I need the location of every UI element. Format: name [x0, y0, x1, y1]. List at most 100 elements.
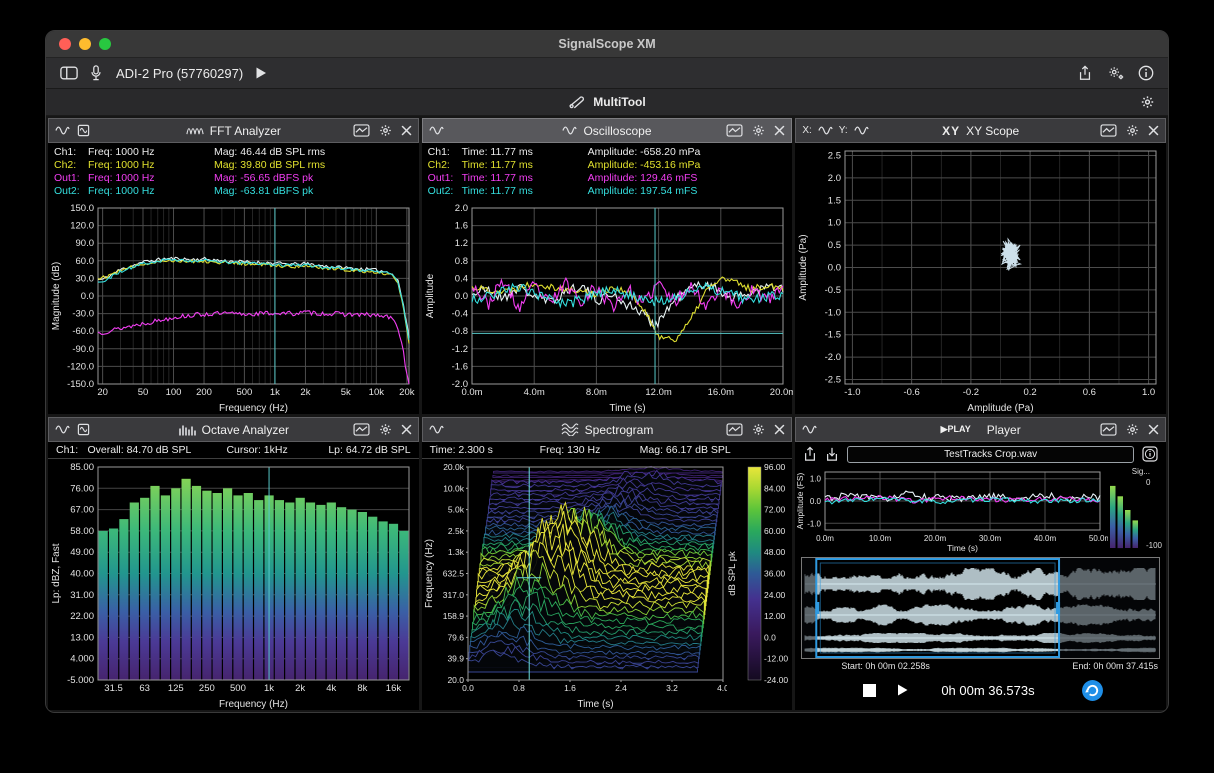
waveform-overview[interactable]	[801, 557, 1160, 659]
microphone-icon[interactable]	[90, 65, 102, 81]
svg-text:3.2: 3.2	[666, 683, 678, 693]
multitool-gear-icon[interactable]	[1140, 95, 1155, 109]
svg-text:1.0: 1.0	[1142, 387, 1155, 398]
gear-icon[interactable]	[1125, 423, 1140, 436]
oscilloscope-chart[interactable]: 0.0m4.0m8.0m12.0m16.0m20.0m2.01.61.20.80…	[422, 200, 793, 414]
close-icon[interactable]	[774, 124, 785, 137]
stop-button[interactable]	[863, 684, 876, 697]
svg-text:1.0: 1.0	[828, 218, 841, 229]
spectrogram-panel: Spectrogram Time: 2.300 s Freq: 130 Hz M…	[422, 417, 793, 710]
player-panel-header[interactable]: ▶PLAY Player	[795, 417, 1166, 442]
readout-row: Out1:Freq: 1000 HzMag: -56.65 dBFS pk	[54, 172, 413, 185]
panel-title: Spectrogram	[585, 423, 654, 437]
svg-text:20k: 20k	[399, 387, 415, 398]
close-icon[interactable]	[774, 423, 785, 436]
play-button[interactable]	[896, 683, 909, 697]
panel-title: Player	[987, 423, 1021, 437]
gear-icon[interactable]	[1125, 124, 1140, 137]
svg-text:50: 50	[138, 387, 149, 398]
loop-button[interactable]	[1081, 679, 1104, 702]
svg-text:120.0: 120.0	[70, 221, 94, 232]
gear-icon[interactable]	[378, 423, 393, 436]
svg-text:90.0: 90.0	[76, 238, 95, 249]
chart-options-icon[interactable]	[353, 124, 370, 137]
svg-text:20: 20	[97, 387, 108, 398]
gear-icon[interactable]	[751, 124, 766, 137]
run-button[interactable]	[255, 65, 267, 81]
selection-start: Start: 0h 00m 02.258s	[841, 661, 930, 674]
svg-text:8.0m: 8.0m	[585, 387, 606, 398]
sidebar-toggle-icon[interactable]	[60, 65, 78, 81]
waveform-icon[interactable]	[802, 423, 817, 436]
svg-text:-0.2: -0.2	[963, 387, 979, 398]
svg-text:76.00: 76.00	[70, 483, 94, 494]
play-status-badge: ▶PLAY	[941, 424, 971, 435]
svg-text:2.0: 2.0	[828, 173, 841, 184]
chart-options-icon[interactable]	[353, 423, 370, 436]
spectrogram-chart[interactable]: 20.0k10.0k5.0k2.5k1.3k632.5317.0158.979.…	[422, 459, 727, 710]
octave-panel-header[interactable]: Octave Analyzer	[48, 417, 419, 442]
close-icon[interactable]	[401, 423, 412, 436]
gear-icon[interactable]	[378, 124, 393, 137]
waveform-icon[interactable]	[429, 124, 444, 137]
oscilloscope-panel-header[interactable]: Oscilloscope	[422, 118, 793, 143]
gear-icon[interactable]	[751, 423, 766, 436]
settings-gears-icon[interactable]	[1106, 65, 1126, 81]
transport-bar: 0h 00m 36.573s	[795, 674, 1166, 710]
svg-text:-1.0: -1.0	[808, 519, 822, 528]
waveform-icon[interactable]	[429, 423, 444, 436]
chart-options-icon[interactable]	[1100, 124, 1117, 137]
svg-text:0.0: 0.0	[454, 291, 467, 302]
spectrogram-panel-header[interactable]: Spectrogram	[422, 417, 793, 442]
selection-times: Start: 0h 00m 02.258s End: 0h 00m 37.415…	[795, 661, 1166, 674]
zoom-window-button[interactable]	[99, 38, 111, 50]
svg-text:-150.0: -150.0	[67, 379, 94, 390]
close-icon[interactable]	[401, 124, 412, 137]
svg-text:Amplitude (FS): Amplitude (FS)	[795, 472, 805, 529]
x-waveform-icon[interactable]	[818, 124, 833, 137]
xy-scope-chart[interactable]: -1.0-0.6-0.20.20.61.02.52.01.51.00.50.0-…	[795, 143, 1166, 414]
svg-text:1k: 1k	[264, 683, 274, 694]
y-waveform-icon[interactable]	[854, 124, 869, 137]
spectrogram-readout: Time: 2.300 s Freq: 130 Hz Mag: 66.17 dB…	[422, 442, 793, 459]
titlebar[interactable]: SignalScope XM	[46, 31, 1168, 58]
readout-row: Ch2:Time: 11.77 msAmplitude: -453.16 mPa	[428, 159, 787, 172]
close-window-button[interactable]	[59, 38, 71, 50]
minimize-window-button[interactable]	[79, 38, 91, 50]
signal-source-icon[interactable]	[76, 423, 91, 436]
import-icon[interactable]	[825, 446, 839, 462]
svg-text:-12.00: -12.00	[764, 654, 788, 664]
svg-text:-24.00: -24.00	[764, 675, 788, 685]
fft-panel-header[interactable]: FFT Analyzer	[48, 118, 419, 143]
file-info-icon[interactable]	[1142, 446, 1158, 462]
loaded-file-name[interactable]: TestTracks Crop.wav	[847, 446, 1134, 463]
svg-text:36.00: 36.00	[764, 569, 786, 579]
device-selector[interactable]: ADI-2 Pro (57760297)	[116, 66, 243, 81]
panel-title: Octave Analyzer	[202, 423, 289, 437]
chart-options-icon[interactable]	[1100, 423, 1117, 436]
chart-options-icon[interactable]	[726, 423, 743, 436]
player-amplitude-chart[interactable]: 0.0m10.0m20.0m30.0m40.0m50.0m1.00.0-1.0T…	[795, 466, 1108, 554]
xy-scope-panel: X: Y: XY XY Scope -1.0-0.6-0.20.20.61.02…	[795, 118, 1166, 414]
info-icon[interactable]	[1138, 65, 1154, 81]
svg-text:2k: 2k	[300, 387, 310, 398]
fft-chart[interactable]: 20501002005001k2k5k10k20k150.0120.090.06…	[48, 200, 419, 414]
svg-text:Frequency (Hz): Frequency (Hz)	[219, 699, 288, 710]
close-icon[interactable]	[1148, 423, 1159, 436]
waveform-icon[interactable]	[55, 423, 70, 436]
svg-text:10.0m: 10.0m	[869, 534, 892, 543]
svg-text:-1.0: -1.0	[825, 307, 841, 318]
meter-label: Sig...	[1132, 467, 1150, 476]
waveform-icon[interactable]	[55, 124, 70, 137]
share-icon[interactable]	[1076, 65, 1094, 81]
chart-options-icon[interactable]	[726, 124, 743, 137]
signal-source-icon[interactable]	[76, 124, 91, 137]
export-icon[interactable]	[803, 446, 817, 462]
svg-text:10.0k: 10.0k	[443, 483, 465, 493]
close-icon[interactable]	[1148, 124, 1159, 137]
svg-text:-0.4: -0.4	[451, 309, 467, 320]
xy-scope-panel-header[interactable]: X: Y: XY XY Scope	[795, 118, 1166, 143]
spectrogram-colorbar: 96.0084.0072.0060.0048.0036.0024.0012.00…	[726, 459, 792, 710]
svg-text:13.00: 13.00	[70, 632, 94, 643]
octave-chart[interactable]: 85.0076.0067.0058.0049.0040.0031.0022.00…	[48, 459, 419, 710]
